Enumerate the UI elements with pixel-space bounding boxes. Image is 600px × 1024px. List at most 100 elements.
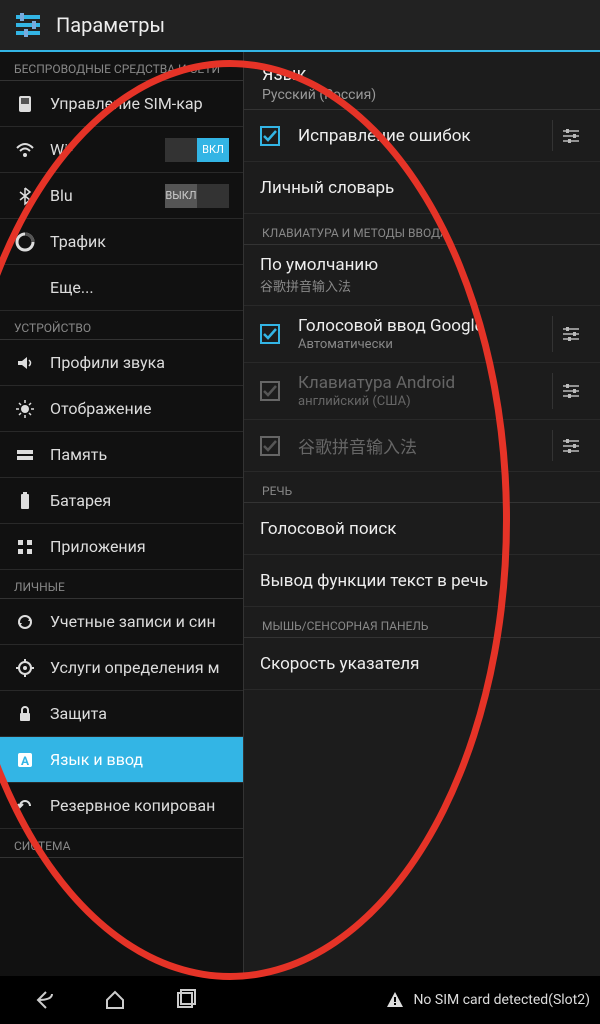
- left-pane: БЕСПРОВОДНЫЕ СРЕДСТВА И СЕТИ Управление …: [0, 52, 244, 976]
- section-header-device: УСТРОЙСТВО: [0, 311, 243, 340]
- recent-button[interactable]: [150, 987, 220, 1013]
- wifi-icon: [14, 139, 36, 161]
- pinyin-checkbox[interactable]: [256, 432, 284, 460]
- sound-icon: [14, 352, 36, 374]
- dictionary-label: Личный словарь: [260, 178, 588, 198]
- default-ime-value: 谷歌拼音输入法: [260, 276, 588, 295]
- spellcheck-row[interactable]: Исправление ошибок: [244, 110, 600, 162]
- sidebar-item-bluetooth[interactable]: Blu ВЫКЛ: [0, 173, 243, 219]
- android-keyboard-sub: английский (США): [298, 394, 544, 409]
- pinyin-row[interactable]: 谷歌拼音输入法: [244, 420, 600, 472]
- sidebar-item-more[interactable]: Еще...: [0, 265, 243, 311]
- sidebar-item-label: Учетные записи и син: [50, 612, 216, 631]
- spellcheck-settings-button[interactable]: [552, 120, 588, 151]
- status-area[interactable]: No SIM card detected(Slot2): [385, 990, 590, 1010]
- google-voice-settings-button[interactable]: [552, 316, 588, 352]
- sidebar-item-language[interactable]: A Язык и ввод: [0, 737, 243, 783]
- navbar: No SIM card detected(Slot2): [0, 976, 600, 1024]
- sidebar-item-apps[interactable]: Приложения: [0, 524, 243, 570]
- sidebar-item-display[interactable]: Отображение: [0, 386, 243, 432]
- android-keyboard-checkbox[interactable]: [256, 377, 284, 405]
- default-ime-row[interactable]: По умолчанию 谷歌拼音输入法: [244, 245, 600, 306]
- content-split: БЕСПРОВОДНЫЕ СРЕДСТВА И СЕТИ Управление …: [0, 52, 600, 976]
- sidebar-item-accounts[interactable]: Учетные записи и син: [0, 599, 243, 645]
- google-voice-row[interactable]: Голосовой ввод Google Автоматически: [244, 306, 600, 363]
- spellcheck-label: Исправление ошибок: [298, 126, 544, 146]
- back-button[interactable]: [10, 987, 80, 1013]
- data-usage-icon: [14, 231, 36, 253]
- sidebar-item-label: Отображение: [50, 399, 151, 418]
- sidebar-item-label: Резервное копирован: [50, 796, 215, 815]
- section-header-speech: РЕЧЬ: [244, 472, 600, 503]
- tts-label: Вывод функции текст в речь: [260, 571, 588, 591]
- section-header-mouse: МЫШЬ/СЕНСОРНАЯ ПАНЕЛЬ: [244, 607, 600, 638]
- sidebar-item-location[interactable]: Услуги определения м: [0, 645, 243, 691]
- blank-icon: [14, 277, 36, 299]
- section-header-personal: ЛИЧНЫЕ: [0, 570, 243, 599]
- sidebar-item-label: Blu: [50, 186, 73, 205]
- settings-icon: [10, 7, 46, 43]
- language-title: Язык: [262, 64, 582, 85]
- android-keyboard-label: Клавиатура Android: [298, 373, 544, 393]
- sidebar-item-memory[interactable]: Память: [0, 432, 243, 478]
- pointer-speed-label: Скорость указателя: [260, 654, 588, 674]
- section-header-keyboard: КЛАВИАТУРА И МЕТОДЫ ВВОДА: [244, 214, 600, 245]
- lock-icon: [14, 703, 36, 725]
- sidebar-item-label: Защита: [50, 704, 107, 723]
- sidebar-item-battery[interactable]: Батарея: [0, 478, 243, 524]
- android-keyboard-settings-button[interactable]: [552, 373, 588, 409]
- sidebar-item-label: Еще...: [50, 278, 94, 297]
- android-keyboard-row[interactable]: Клавиатура Android английский (США): [244, 363, 600, 420]
- sidebar-item-wifi[interactable]: Wi- ВКЛ: [0, 127, 243, 173]
- sidebar-item-label: Язык и ввод: [50, 750, 143, 769]
- right-pane: Язык Русский (Россия) Исправление ошибок…: [244, 52, 600, 976]
- sidebar-item-label: Профили звука: [50, 353, 165, 372]
- home-button[interactable]: [80, 987, 150, 1013]
- warning-icon: [385, 990, 405, 1010]
- section-header-wireless: БЕСПРОВОДНЫЕ СРЕДСТВА И СЕТИ: [0, 52, 243, 81]
- voice-search-label: Голосовой поиск: [260, 519, 588, 539]
- sidebar-item-traffic[interactable]: Трафик: [0, 219, 243, 265]
- sidebar-item-label: Трафик: [50, 232, 106, 251]
- location-icon: [14, 657, 36, 679]
- sidebar-item-label: Услуги определения м: [50, 658, 219, 677]
- storage-icon: [14, 444, 36, 466]
- sim-icon: [14, 93, 36, 115]
- tts-row[interactable]: Вывод функции текст в речь: [244, 555, 600, 607]
- bluetooth-toggle[interactable]: ВЫКЛ: [165, 184, 229, 208]
- language-value: Русский (Россия): [262, 87, 582, 103]
- sync-icon: [14, 611, 36, 633]
- appbar-title: Параметры: [56, 13, 165, 37]
- google-voice-label: Голосовой ввод Google: [298, 316, 544, 336]
- appbar: Параметры: [0, 0, 600, 52]
- pointer-speed-row[interactable]: Скорость указателя: [244, 638, 600, 690]
- sidebar-item-backup[interactable]: Резервное копирован: [0, 783, 243, 829]
- sidebar-item-label: Управление SIM-кар: [50, 94, 203, 113]
- sidebar-item-security[interactable]: Защита: [0, 691, 243, 737]
- section-header-system: СИСТЕМА: [0, 829, 243, 858]
- google-voice-sub: Автоматически: [298, 337, 544, 352]
- spellcheck-checkbox[interactable]: [256, 122, 284, 150]
- apps-icon: [14, 536, 36, 558]
- sidebar-item-label: Батарея: [50, 491, 111, 510]
- dictionary-row[interactable]: Личный словарь: [244, 162, 600, 214]
- status-text: No SIM card detected(Slot2): [413, 992, 590, 1008]
- pinyin-label: 谷歌拼音输入法: [298, 433, 544, 458]
- battery-icon: [14, 490, 36, 512]
- sidebar-item-label: Приложения: [50, 537, 146, 556]
- default-ime-label: По умолчанию: [260, 255, 588, 275]
- language-icon: A: [14, 749, 36, 771]
- sidebar-item-sim[interactable]: Управление SIM-кар: [0, 81, 243, 127]
- sidebar-item-label: Память: [50, 445, 107, 464]
- svg-text:A: A: [21, 754, 30, 768]
- sidebar-item-sound[interactable]: Профили звука: [0, 340, 243, 386]
- google-voice-checkbox[interactable]: [256, 320, 284, 348]
- wifi-toggle[interactable]: ВКЛ: [165, 138, 229, 162]
- language-row[interactable]: Язык Русский (Россия): [244, 52, 600, 110]
- voice-search-row[interactable]: Голосовой поиск: [244, 503, 600, 555]
- pinyin-settings-button[interactable]: [552, 430, 588, 461]
- sidebar-item-label: Wi-: [50, 140, 73, 159]
- bluetooth-icon: [14, 185, 36, 207]
- backup-icon: [14, 795, 36, 817]
- display-icon: [14, 398, 36, 420]
